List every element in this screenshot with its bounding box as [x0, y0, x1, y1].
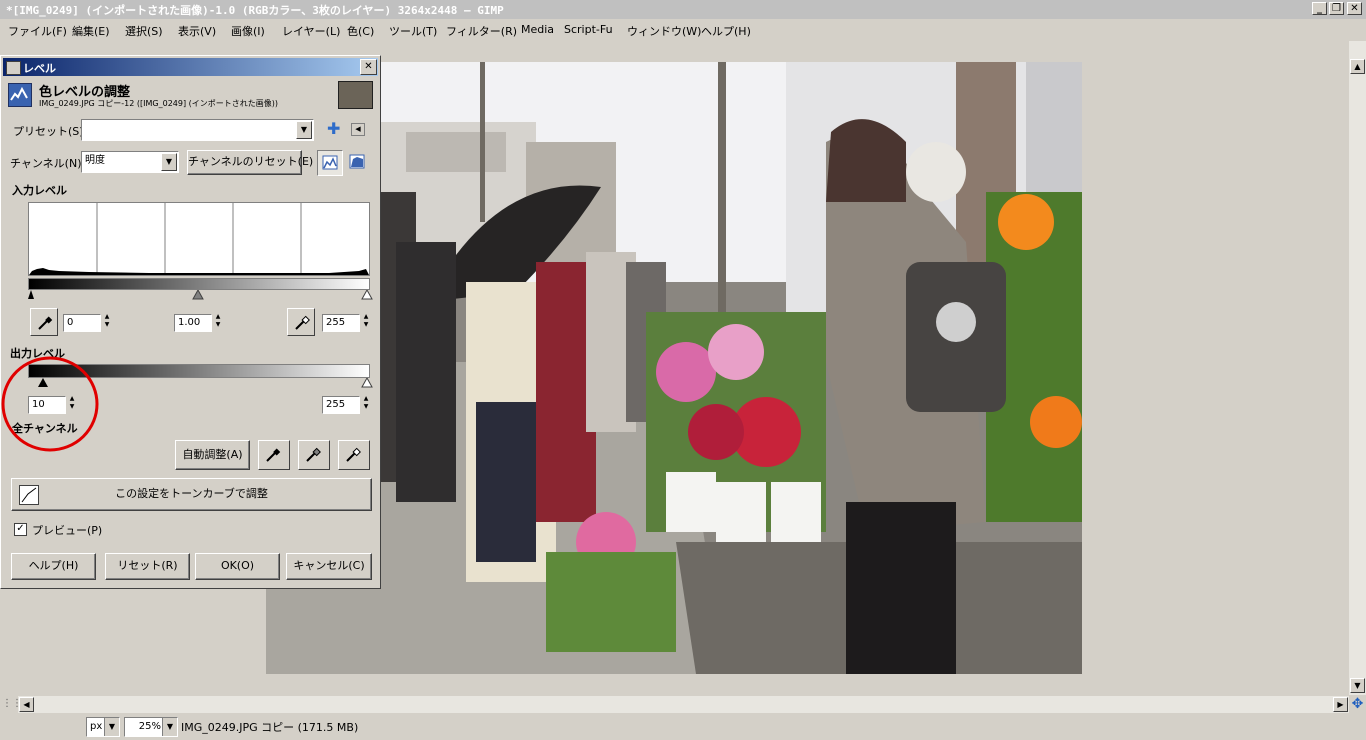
image-canvas[interactable] — [266, 62, 1082, 674]
levels-icon — [6, 61, 21, 75]
menu-select[interactable]: 選択(S) — [125, 23, 163, 39]
horizontal-scrollbar[interactable]: ◀ ▶ — [18, 696, 1349, 713]
input-low-spinner[interactable]: ▲ ▼ — [102, 313, 112, 331]
levels-dialog: レベル ✕ 色レベルの調整 IMG_0249.JPG コピー-12 ([IMG_… — [0, 55, 381, 589]
input-low-field[interactable]: 0 — [63, 314, 101, 332]
pick-white-button[interactable] — [338, 440, 370, 470]
menu-colors[interactable]: 色(C) — [347, 23, 374, 39]
minimize-button[interactable]: _ — [1312, 2, 1327, 15]
edit-as-curves-button[interactable]: この設定をトーンカーブで調整 — [11, 478, 372, 511]
input-high-field[interactable]: 255 — [322, 314, 360, 332]
white-point-picker[interactable] — [287, 308, 315, 336]
restore-button[interactable]: ❐ — [1329, 2, 1344, 15]
menu-layer[interactable]: レイヤー(L) — [282, 23, 340, 39]
layer-thumbnail — [338, 81, 373, 109]
menu-file[interactable]: ファイル(F) — [8, 23, 67, 39]
input-levels-heading: 入力レベル — [12, 184, 67, 197]
chevron-down-icon: ▼ — [161, 153, 177, 171]
log-histogram-icon[interactable] — [345, 150, 371, 176]
menu-filters[interactable]: フィルター(R) — [446, 23, 517, 39]
menu-edit[interactable]: 編集(E) — [72, 23, 110, 39]
eyedropper-black-icon — [266, 448, 281, 462]
curves-icon — [19, 485, 39, 505]
menu-media[interactable]: Media — [521, 23, 554, 36]
menu-script-fu[interactable]: Script-Fu — [564, 23, 613, 36]
unit-value: px — [90, 721, 103, 732]
output-low-spinner[interactable]: ▲ ▼ — [67, 395, 77, 413]
cancel-button[interactable]: キャンセル(C) — [286, 553, 372, 580]
chevron-down-icon[interactable]: ▼ — [296, 121, 312, 139]
scroll-right-icon[interactable]: ▶ — [1333, 697, 1348, 712]
dialog-header-subtitle: IMG_0249.JPG コピー-12 ([IMG_0249] (インポートされ… — [39, 99, 278, 108]
reset-channel-button[interactable]: チャンネルのリセット(E) — [187, 150, 313, 175]
pick-gray-button[interactable] — [298, 440, 330, 470]
channel-value: 明度 — [85, 155, 105, 166]
preview-label: プレビュー(P) — [32, 524, 103, 537]
scroll-left-icon[interactable]: ◀ — [19, 697, 34, 712]
zoom-select[interactable]: 25% ▼ — [124, 717, 178, 737]
scroll-up-icon[interactable]: ▲ — [1350, 59, 1365, 74]
chevron-down-icon: ▼ — [162, 718, 177, 736]
eyedropper-white-icon — [346, 447, 361, 462]
window-titlebar: *[IMG_0249] (インポートされた画像)-1.0 (RGBカラー、3枚の… — [0, 0, 1366, 19]
input-high-handle — [361, 290, 373, 300]
unit-select[interactable]: px ▼ — [86, 717, 120, 737]
vertical-scrollbar[interactable]: ▲ ▼ — [1349, 41, 1366, 695]
output-high-handle — [361, 378, 373, 388]
output-levels-heading: 出力レベル — [10, 347, 65, 360]
eyedropper-gray-icon — [306, 447, 321, 462]
ok-button[interactable]: OK(O) — [195, 553, 280, 580]
chevron-down-icon: ▼ — [104, 718, 119, 736]
histogram — [28, 202, 370, 276]
input-gamma-field[interactable]: 1.00 — [174, 314, 212, 332]
all-channels-heading: 全チャンネル — [12, 422, 78, 435]
linear-histogram-icon[interactable] — [317, 150, 343, 176]
output-low-field[interactable]: 10 — [28, 396, 66, 414]
input-gradient — [28, 278, 370, 290]
preset-label: プリセット(S): — [13, 125, 88, 138]
zoom-value: 25% — [138, 721, 161, 732]
menu-windows[interactable]: ウィンドウ(W) — [627, 23, 701, 39]
menu-tools[interactable]: ツール(T) — [389, 23, 437, 39]
dialog-title: レベル — [23, 62, 56, 75]
help-button[interactable]: ヘルプ(H) — [11, 553, 96, 580]
preset-combo[interactable]: ▼ — [81, 119, 314, 141]
curves-button-label: この設定をトーンカーブで調整 — [115, 487, 268, 500]
eyedropper-black-icon — [38, 316, 53, 330]
dialog-close-button[interactable]: ✕ — [360, 59, 377, 75]
menu-image[interactable]: 画像(I) — [231, 23, 265, 39]
add-preset-icon[interactable]: ✚ — [327, 119, 340, 138]
levels-header-icon — [8, 83, 32, 107]
navigation-cross-icon[interactable]: ✥ — [1350, 697, 1365, 712]
reset-button[interactable]: リセット(R) — [105, 553, 190, 580]
menubar: ファイル(F) 編集(E) 選択(S) 表示(V) 画像(I) レイヤー(L) … — [0, 19, 1366, 41]
pick-black-button[interactable] — [258, 440, 290, 470]
statusbar: px ▼ 25% ▼ IMG_0249.JPG コピー (171.5 MB) — [0, 713, 1366, 740]
window-title: *[IMG_0249] (インポートされた画像)-1.0 (RGBカラー、3枚の… — [6, 4, 504, 17]
output-sliders[interactable] — [28, 378, 373, 388]
input-sliders[interactable] — [28, 290, 373, 300]
input-gamma-handle — [192, 290, 204, 300]
close-button[interactable]: ✕ — [1347, 2, 1362, 15]
input-gamma-spinner[interactable]: ▲ ▼ — [213, 313, 223, 331]
dialog-titlebar[interactable]: レベル ✕ — [3, 58, 378, 76]
menu-help[interactable]: ヘルプ(H) — [701, 23, 751, 39]
input-low-handle — [28, 290, 34, 299]
status-info: IMG_0249.JPG コピー (171.5 MB) — [181, 721, 359, 734]
photo-market-scene — [266, 62, 1082, 674]
preview-checkbox[interactable]: ✓ — [14, 523, 27, 536]
output-high-spinner[interactable]: ▲ ▼ — [361, 395, 371, 413]
menu-view[interactable]: 表示(V) — [178, 23, 216, 39]
preset-menu-icon[interactable]: ◀ — [351, 123, 365, 136]
output-gradient — [28, 364, 370, 378]
output-low-handle — [38, 378, 48, 387]
eyedropper-white-icon — [295, 315, 310, 330]
channel-select[interactable]: 明度 ▼ — [81, 151, 179, 173]
auto-button[interactable]: 自動調整(A) — [175, 440, 250, 470]
black-point-picker[interactable] — [30, 308, 58, 336]
output-high-field[interactable]: 255 — [322, 396, 360, 414]
channel-label: チャンネル(N): — [10, 157, 86, 170]
input-high-spinner[interactable]: ▲ ▼ — [361, 313, 371, 331]
scroll-down-icon[interactable]: ▼ — [1350, 678, 1365, 693]
